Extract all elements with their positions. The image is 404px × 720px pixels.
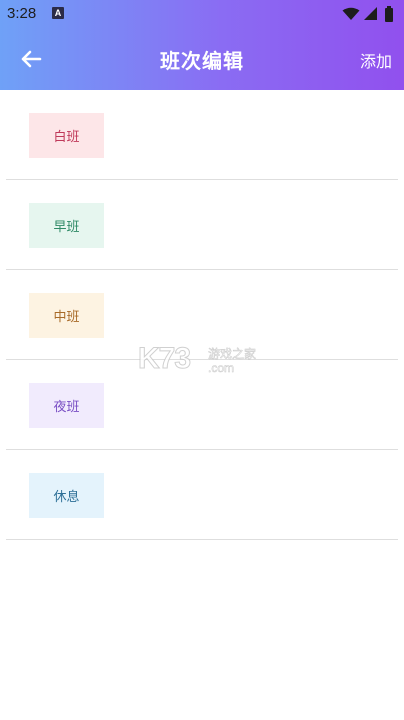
shift-label: 早班: [53, 220, 80, 235]
notification-app-icon: A: [52, 7, 64, 19]
shift-chip-rest[interactable]: 休息: [29, 473, 104, 518]
shift-label: 夜班: [53, 400, 80, 415]
watermark: K73 游戏之家 .com: [137, 342, 268, 382]
signal-icon: [364, 7, 377, 20]
shift-chip-early[interactable]: 早班: [29, 203, 104, 248]
toolbar: 班次编辑 添加: [0, 28, 404, 90]
shift-label: 休息: [53, 490, 80, 505]
shift-chip-white[interactable]: 白班: [29, 113, 104, 158]
shift-label: 中班: [53, 310, 80, 325]
watermark-logo: K73: [137, 342, 191, 376]
app-header: 3:28 A 班次编辑 添加: [0, 0, 404, 90]
shift-row: 白班: [6, 90, 398, 180]
shift-row: 休息: [6, 450, 398, 540]
shift-chip-night[interactable]: 夜班: [29, 383, 104, 428]
shift-row: 早班: [6, 180, 398, 270]
shift-chip-middle[interactable]: 中班: [29, 293, 104, 338]
page-title: 班次编辑: [160, 49, 244, 73]
wifi-icon: [342, 7, 360, 20]
shift-list: 白班 早班 中班 夜班 休息: [0, 90, 404, 540]
watermark-tagline: 游戏之家: [208, 347, 257, 362]
status-time: 3:28: [7, 5, 37, 22]
status-indicators: [342, 6, 394, 22]
shift-label: 白班: [53, 130, 80, 145]
status-bar: 3:28 A: [0, 0, 404, 28]
battery-icon: [385, 6, 393, 22]
watermark-domain: .com: [208, 361, 235, 376]
add-button[interactable]: 添加: [360, 48, 392, 72]
